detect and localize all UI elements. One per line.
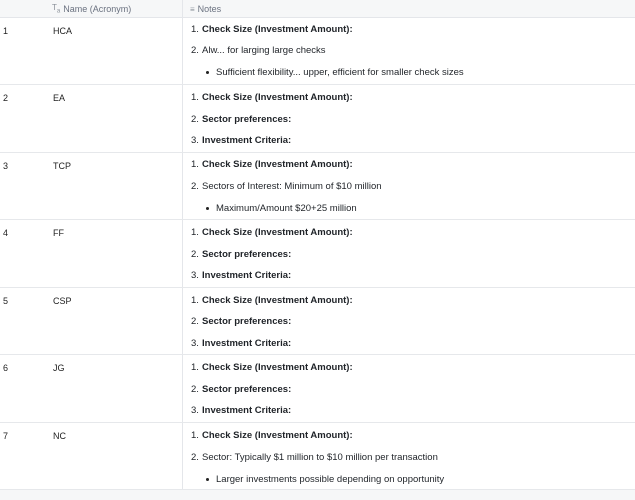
notes-line: Investment Criteria: [202, 270, 292, 281]
row-name[interactable]: HCA [53, 26, 72, 36]
table-row[interactable]: 5 CSP 1. Check Size (Investment Amount):… [0, 288, 635, 355]
list-marker: 1. [191, 430, 199, 441]
table-row[interactable]: 3 TCP 1. Check Size (Investment Amount):… [0, 153, 635, 220]
row-name[interactable]: TCP [53, 161, 71, 171]
row-name[interactable]: CSP [53, 296, 72, 306]
table-row[interactable]: 6 JG 1. Check Size (Investment Amount): … [0, 355, 635, 423]
list-marker: 1. [191, 227, 199, 238]
list-marker: 2. [191, 249, 199, 260]
notes-line: Alw... for larging large checks [202, 45, 326, 56]
list-marker: 2. [191, 384, 199, 395]
list-marker: 1. [191, 92, 199, 103]
row-number: 7 [3, 431, 9, 441]
list-marker: 1. [191, 362, 199, 373]
notes-line: Sector preferences: [202, 384, 292, 395]
list-marker: 2. [191, 114, 199, 125]
notes-line: Sector preferences: [202, 249, 292, 260]
row-number: 6 [3, 363, 9, 373]
check-size-label: Check Size (Investment Amount): [202, 227, 353, 238]
list-marker: 2. [191, 316, 199, 327]
column-header-notes[interactable]: ≡ Notes [190, 0, 221, 18]
row-number: 2 [3, 93, 9, 103]
notes-line: Investment Criteria: [202, 405, 292, 416]
table-row[interactable]: 4 FF 1. Check Size (Investment Amount): … [0, 220, 635, 288]
column-header-notes-label: Notes [197, 4, 222, 14]
list-marker: 3. [191, 135, 199, 146]
column-header-name[interactable]: Ta Name (Acronym) [52, 0, 131, 18]
check-size-label: Check Size (Investment Amount): [202, 92, 353, 103]
table-header: Ta Name (Acronym) ≡ Notes [0, 0, 635, 18]
column-header-name-label: Name (Acronym) [63, 4, 132, 14]
notes-line: Sector: Typically $1 million to $10 mill… [202, 452, 438, 463]
row-number: 3 [3, 161, 9, 171]
notes-line: Investment Criteria: [202, 338, 292, 349]
list-marker: 3. [191, 405, 199, 416]
row-name[interactable]: NC [53, 431, 66, 441]
row-number: 5 [3, 296, 9, 306]
list-marker: 2. [191, 45, 199, 56]
row-number: 1 [3, 26, 9, 36]
list-marker: 2. [191, 452, 199, 463]
row-name[interactable]: FF [53, 228, 64, 238]
table-row[interactable]: 7 NC 1. Check Size (Investment Amount): … [0, 423, 635, 490]
check-size-label: Check Size (Investment Amount): [202, 295, 353, 306]
bullet-marker [206, 478, 209, 481]
bullet-marker [206, 71, 209, 74]
table-row[interactable]: 2 EA 1. Check Size (Investment Amount): … [0, 85, 635, 153]
notes-line: Sector preferences: [202, 316, 292, 327]
notes-line: Larger investments possible depending on… [216, 474, 445, 485]
notes-line: Sufficient flexibility... upper, efficie… [216, 67, 464, 78]
row-number: 4 [3, 228, 9, 238]
check-size-label: Check Size (Investment Amount): [202, 362, 353, 373]
list-marker: 3. [191, 338, 199, 349]
check-size-label: Check Size (Investment Amount): [202, 24, 353, 35]
list-marker: 1. [191, 159, 199, 170]
notes-line: Maximum/Amount $20+25 million [216, 203, 357, 214]
notes-line: Sector preferences: [202, 114, 292, 125]
check-size-label: Check Size (Investment Amount): [202, 430, 353, 441]
table-row[interactable]: 1 HCA 1. Check Size (Investment Amount):… [0, 18, 635, 85]
list-marker: 1. [191, 295, 199, 306]
list-marker: 1. [191, 24, 199, 35]
check-size-label: Check Size (Investment Amount): [202, 159, 353, 170]
text-lines-icon: ≡ [190, 4, 195, 14]
bullet-marker [206, 207, 209, 210]
row-name[interactable]: EA [53, 93, 65, 103]
row-name[interactable]: JG [53, 363, 65, 373]
notes-line: Sectors of Interest: Minimum of $10 mill… [202, 181, 382, 192]
text-type-icon: Ta [52, 3, 61, 15]
table-footer [0, 490, 635, 500]
notes-line: Investment Criteria: [202, 135, 292, 146]
list-marker: 2. [191, 181, 199, 192]
list-marker: 3. [191, 270, 199, 281]
